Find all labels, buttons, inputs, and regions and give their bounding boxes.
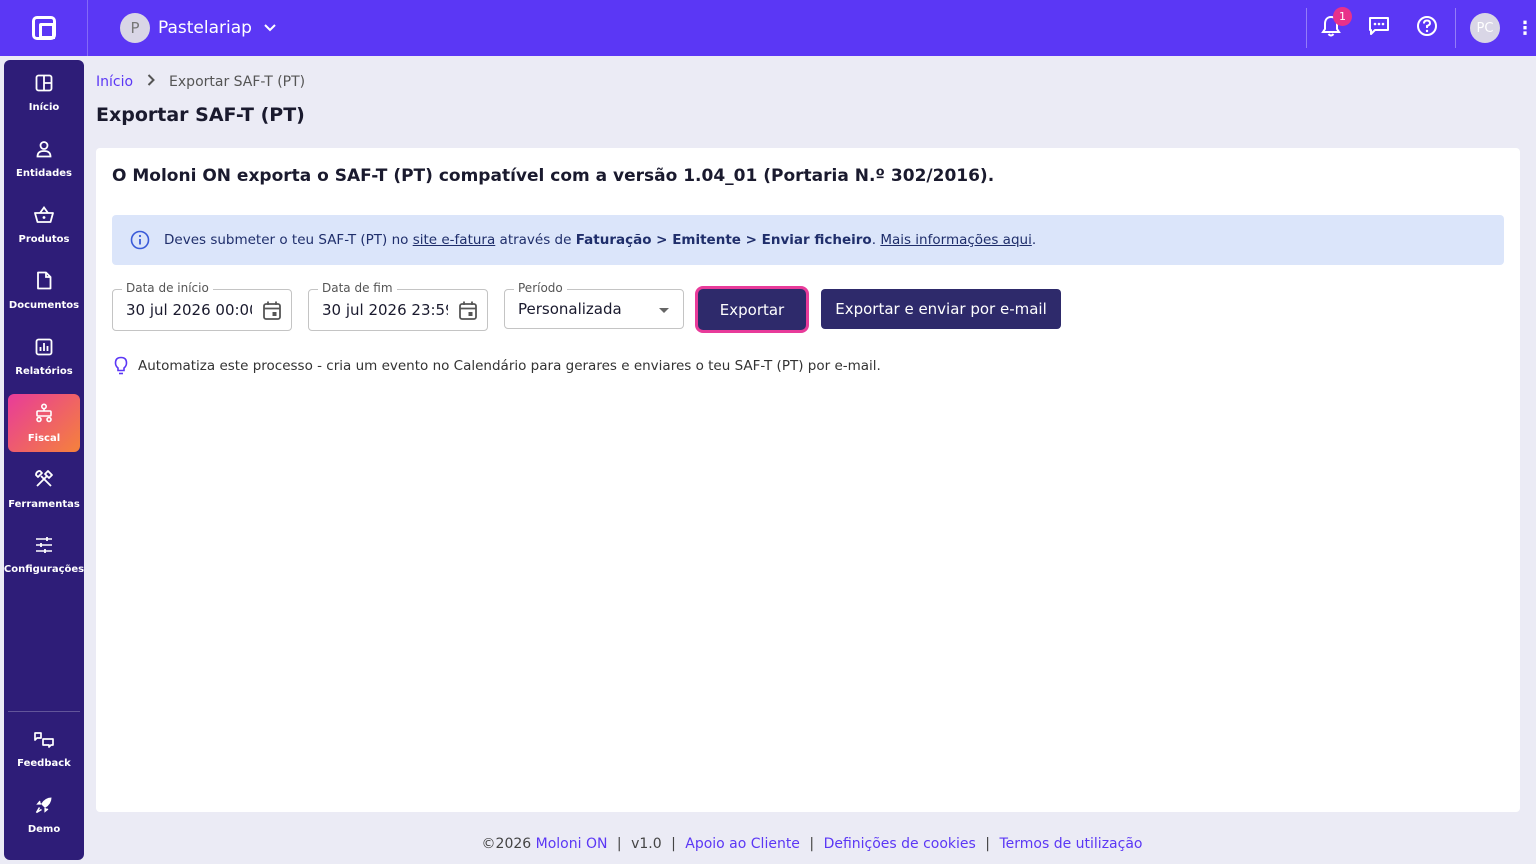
footer-version: v1.0 bbox=[631, 836, 662, 852]
sidebar-item-ferramentas[interactable]: Ferramentas bbox=[8, 460, 80, 518]
top-bar: P Pastelariap 1 PC ⋮ bbox=[0, 0, 1536, 56]
feedback-icon bbox=[33, 730, 55, 752]
export-card: O Moloni ON exporta o SAF-T (PT) compatí… bbox=[96, 148, 1520, 812]
end-date-value[interactable]: 30 jul 2026 23:59 bbox=[322, 301, 448, 319]
automation-tip: Automatiza este processo - cria um event… bbox=[114, 356, 881, 375]
start-date-label: Data de início bbox=[122, 281, 213, 295]
messages-button[interactable] bbox=[1355, 0, 1403, 56]
sidebar-item-feedback[interactable]: Feedback bbox=[8, 720, 80, 778]
info-banner: Deves submeter o teu SAF-T (PT) no site … bbox=[112, 215, 1504, 265]
company-name: Pastelariap bbox=[158, 18, 252, 38]
sidebar-divider bbox=[8, 711, 80, 712]
footer-cookies-link[interactable]: Definições de cookies bbox=[824, 836, 976, 852]
document-icon bbox=[36, 271, 52, 294]
info-icon bbox=[130, 230, 150, 250]
end-date-field[interactable]: Data de fim 30 jul 2026 23:59 bbox=[308, 281, 488, 331]
notifications-badge: 1 bbox=[1333, 7, 1352, 26]
company-avatar: P bbox=[120, 13, 150, 43]
chevron-right-icon bbox=[147, 74, 155, 90]
sidebar-item-entidades[interactable]: Entidades bbox=[8, 130, 80, 188]
info-text: Deves submeter o teu SAF-T (PT) no site … bbox=[164, 232, 1036, 248]
more-info-link[interactable]: Mais informações aqui bbox=[880, 232, 1032, 248]
end-date-label: Data de fim bbox=[318, 281, 397, 295]
help-button[interactable] bbox=[1403, 0, 1451, 56]
help-icon bbox=[1416, 15, 1438, 41]
info-text-part: . bbox=[1031, 232, 1037, 248]
sidebar-item-configuracoes[interactable]: Configurações bbox=[4, 526, 84, 584]
person-icon bbox=[35, 140, 53, 162]
sidebar-item-label: Entidades bbox=[16, 167, 72, 179]
chevron-down-icon bbox=[264, 20, 276, 36]
export-button[interactable]: Exportar bbox=[698, 289, 806, 330]
sidebar-item-label: Produtos bbox=[18, 233, 70, 245]
sidebar-item-label: Ferramentas bbox=[8, 498, 80, 510]
start-date-field[interactable]: Data de início 30 jul 2026 00:00 bbox=[112, 281, 292, 331]
more-options-icon[interactable]: ⋮ bbox=[1514, 0, 1536, 56]
sliders-icon bbox=[35, 536, 53, 558]
period-select[interactable]: Período Personalizada bbox=[504, 281, 684, 329]
efatura-link[interactable]: site e-fatura bbox=[413, 232, 496, 248]
company-selector[interactable]: P Pastelariap bbox=[120, 13, 276, 43]
footer-copyright: ©2026 bbox=[481, 836, 532, 852]
sidebar-item-relatorios[interactable]: Relatórios bbox=[8, 328, 80, 386]
sidebar: Início Entidades Produtos Documentos Rel… bbox=[4, 60, 84, 860]
sidebar-item-fiscal[interactable]: Fiscal bbox=[8, 394, 80, 452]
sidebar-item-documentos[interactable]: Documentos bbox=[8, 262, 80, 320]
tools-icon bbox=[34, 469, 54, 493]
fiscal-icon bbox=[34, 402, 54, 427]
period-value: Personalizada bbox=[518, 300, 622, 318]
sidebar-item-label: Demo bbox=[27, 823, 61, 835]
moloni-logo[interactable] bbox=[0, 0, 88, 56]
rocket-icon bbox=[35, 796, 53, 818]
notifications-button[interactable]: 1 bbox=[1307, 0, 1355, 56]
info-text-part: através de bbox=[495, 232, 576, 248]
lightbulb-icon bbox=[114, 356, 128, 375]
calendar-icon[interactable] bbox=[458, 300, 478, 325]
sidebar-item-label: Fiscal bbox=[27, 432, 61, 444]
dropdown-arrow-icon bbox=[659, 308, 669, 313]
basket-icon bbox=[34, 205, 54, 228]
info-text-part: Deves submeter o teu SAF-T (PT) no bbox=[164, 232, 413, 248]
grid-icon bbox=[35, 74, 53, 96]
period-label: Período bbox=[514, 281, 567, 295]
footer-support-link[interactable]: Apoio ao Cliente bbox=[685, 836, 800, 852]
sidebar-item-label: Relatórios bbox=[15, 365, 73, 377]
card-heading: O Moloni ON exporta o SAF-T (PT) compatí… bbox=[112, 166, 995, 186]
sidebar-item-label: Documentos bbox=[8, 300, 80, 311]
user-avatar: PC bbox=[1470, 13, 1500, 43]
sidebar-item-label: Início bbox=[28, 101, 60, 113]
footer: ©2026 Moloni ON | v1.0 | Apoio ao Client… bbox=[481, 836, 1143, 852]
chart-icon bbox=[35, 338, 53, 360]
sidebar-item-produtos[interactable]: Produtos bbox=[8, 196, 80, 254]
footer-terms-link[interactable]: Termos de utilização bbox=[999, 836, 1142, 852]
export-email-button[interactable]: Exportar e enviar por e-mail bbox=[821, 289, 1061, 329]
info-path: Faturação > Emitente > Enviar ficheiro bbox=[575, 232, 872, 248]
tip-text: Automatiza este processo - cria um event… bbox=[138, 357, 881, 374]
sidebar-item-label: Configurações bbox=[3, 563, 85, 575]
start-date-value[interactable]: 30 jul 2026 00:00 bbox=[126, 301, 252, 319]
breadcrumb-home-link[interactable]: Início bbox=[96, 74, 133, 90]
chat-icon bbox=[1368, 16, 1390, 40]
page-title: Exportar SAF-T (PT) bbox=[96, 104, 305, 126]
breadcrumb: Início Exportar SAF-T (PT) bbox=[96, 74, 305, 90]
footer-brand-link[interactable]: Moloni ON bbox=[536, 836, 608, 852]
breadcrumb-current: Exportar SAF-T (PT) bbox=[169, 74, 306, 90]
sidebar-item-label: Feedback bbox=[17, 757, 71, 769]
user-menu-button[interactable]: PC bbox=[1456, 0, 1514, 56]
calendar-icon[interactable] bbox=[262, 300, 282, 325]
sidebar-item-inicio[interactable]: Início bbox=[8, 64, 80, 122]
